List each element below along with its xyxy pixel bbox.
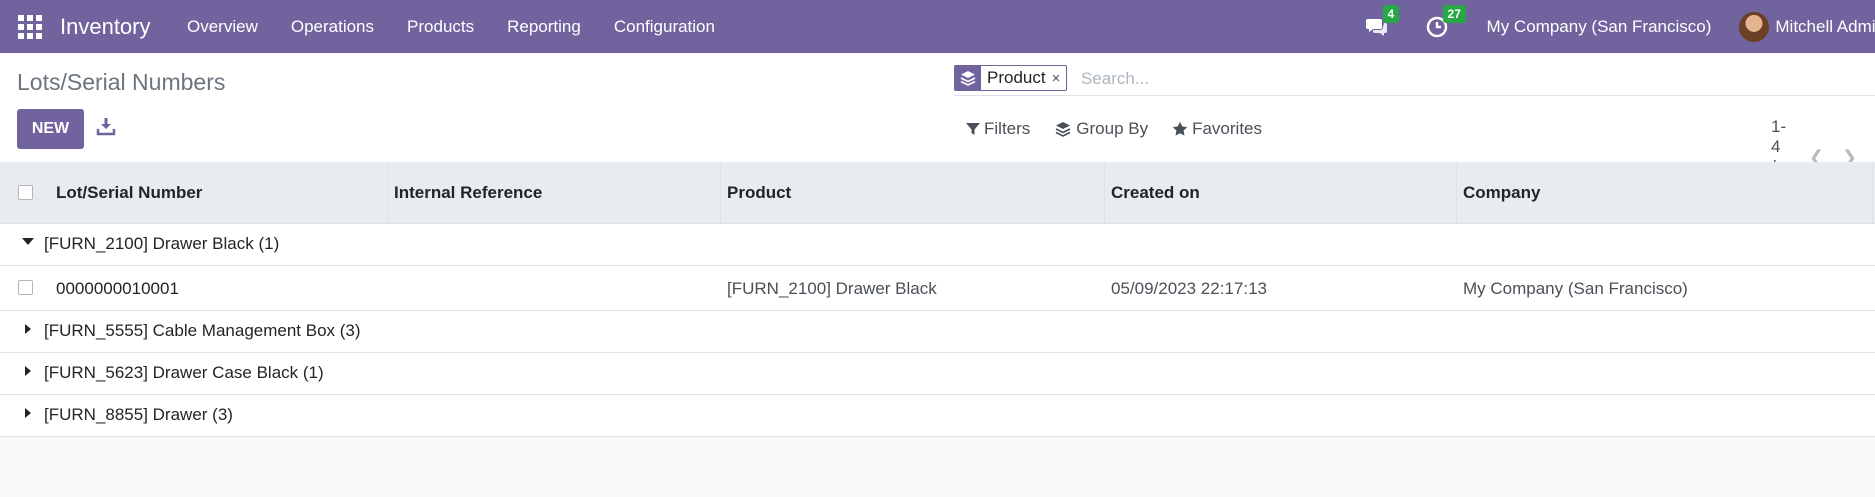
column-lot-serial-number[interactable]: Lot/Serial Number — [50, 162, 388, 223]
filter-icon — [966, 123, 980, 135]
filters-label: Filters — [984, 119, 1031, 138]
top-navbar: Inventory Overview Operations Products R… — [0, 0, 1875, 53]
cell-product: [FURN_2100] Drawer Black — [727, 279, 937, 298]
group-label: [FURN_8855] Drawer (3) — [44, 405, 233, 424]
group-by-label: Group By — [1076, 119, 1149, 138]
select-all-cell — [0, 162, 48, 223]
list-view-table: Lot/Serial Number Internal Reference Pro… — [0, 162, 1875, 437]
column-product[interactable]: Product — [721, 162, 1105, 223]
user-avatar[interactable] — [1739, 11, 1770, 42]
search-options: Filters Group By Favorites — [966, 119, 1262, 139]
menu-reporting[interactable]: Reporting — [491, 17, 598, 37]
group-label: [FURN_2100] Drawer Black (1) — [44, 234, 280, 253]
group-row[interactable]: [FURN_8855] Drawer (3) — [0, 395, 1875, 437]
caret-down-icon — [22, 238, 34, 245]
navbar-systray: 4 27 My Company (San Francisco) Mitchell… — [1365, 0, 1875, 53]
column-created-on[interactable]: Created on — [1105, 162, 1457, 223]
control-panel: Lots/Serial Numbers NEW Product × Filter — [0, 53, 1875, 196]
menu-configuration[interactable]: Configuration — [597, 17, 731, 37]
table-row[interactable]: 0000000010001 [FURN_2100] Drawer Black 0… — [0, 266, 1875, 311]
app-grid-icon[interactable] — [18, 14, 42, 39]
layers-icon — [1055, 122, 1071, 137]
group-label: [FURN_5623] Drawer Case Black (1) — [44, 363, 324, 382]
company-switcher[interactable]: My Company (San Francisco) — [1487, 17, 1712, 37]
search-input[interactable] — [1079, 65, 1783, 93]
cell-created-on: 05/09/2023 22:17:13 — [1111, 279, 1267, 298]
table-header: Lot/Serial Number Internal Reference Pro… — [0, 162, 1875, 224]
facet-remove-icon[interactable]: × — [1052, 70, 1067, 87]
menu-operations[interactable]: Operations — [274, 17, 390, 37]
select-all-checkbox[interactable] — [18, 185, 33, 200]
caret-right-icon — [25, 408, 31, 418]
layers-icon — [955, 65, 981, 91]
activities-button[interactable]: 27 — [1425, 4, 1466, 39]
group-label: [FURN_5555] Cable Management Box (3) — [44, 321, 361, 340]
new-button[interactable]: NEW — [17, 109, 84, 149]
main-menu: Overview Operations Products Reporting C… — [171, 17, 732, 37]
caret-right-icon — [25, 366, 31, 376]
star-icon — [1172, 121, 1188, 136]
facet-label: Product — [987, 68, 1046, 87]
activities-badge: 27 — [1442, 4, 1466, 23]
row-checkbox[interactable] — [18, 280, 33, 295]
cell-lot-serial-number: 0000000010001 — [56, 279, 179, 298]
messaging-button[interactable]: 4 — [1365, 4, 1400, 39]
menu-products[interactable]: Products — [391, 17, 491, 37]
favorites-button[interactable]: Favorites — [1172, 119, 1262, 139]
group-by-button[interactable]: Group By — [1054, 119, 1148, 139]
search-facet-product[interactable]: Product × — [954, 65, 1068, 91]
filters-button[interactable]: Filters — [966, 119, 1030, 139]
messages-badge: 4 — [1382, 4, 1400, 23]
download-icon[interactable] — [96, 116, 116, 136]
group-row[interactable]: [FURN_5623] Drawer Case Black (1) — [0, 353, 1875, 395]
favorites-label: Favorites — [1192, 119, 1263, 138]
cell-company: My Company (San Francisco) — [1463, 279, 1688, 298]
app-name[interactable]: Inventory — [60, 14, 151, 40]
column-company[interactable]: Company — [1457, 162, 1873, 223]
column-internal-reference[interactable]: Internal Reference — [388, 162, 721, 223]
search-bar: Product × — [954, 62, 1875, 96]
group-row[interactable]: [FURN_2100] Drawer Black (1) — [0, 224, 1875, 266]
row-select-cell — [18, 280, 33, 295]
page-title: Lots/Serial Numbers — [17, 69, 226, 95]
caret-right-icon — [25, 324, 31, 334]
user-menu[interactable]: Mitchell Admin — [1775, 17, 1875, 37]
group-row[interactable]: [FURN_5555] Cable Management Box (3) — [0, 311, 1875, 353]
menu-overview[interactable]: Overview — [171, 17, 275, 37]
